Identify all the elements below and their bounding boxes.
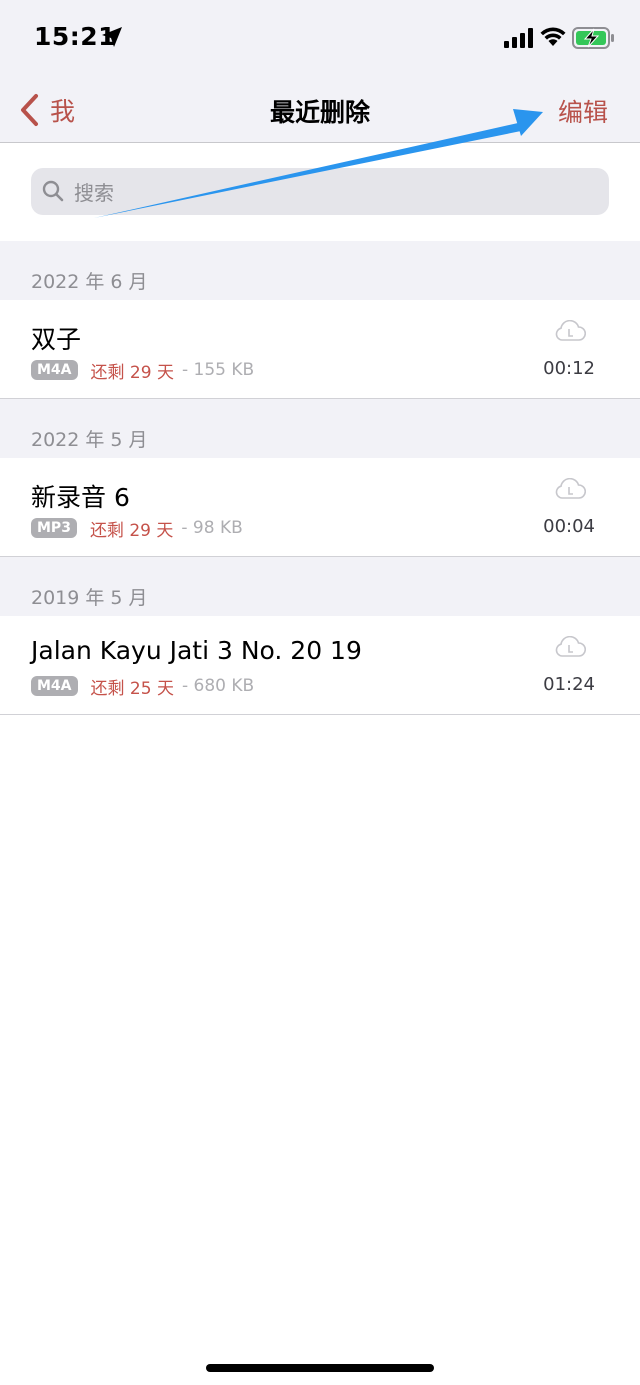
section-date: 2019 年 5 月 [31, 587, 148, 609]
format-badge: M4A [31, 676, 78, 696]
format-badge: MP3 [31, 518, 77, 538]
wifi-icon [540, 27, 566, 46]
edit-button[interactable]: 编辑 [558, 93, 608, 129]
recording-row[interactable]: 双子 M4A 还剩 29 天 - 155 KB 00:12 [0, 300, 640, 399]
days-left: 还剩 25 天 [90, 678, 174, 699]
section-header: 2022 年 5 月 [0, 399, 640, 458]
recording-meta: MP3 还剩 29 天 - 98 KB [31, 517, 243, 541]
recording-meta: M4A 还剩 29 天 - 155 KB [31, 359, 255, 383]
section-date: 2022 年 6 月 [31, 271, 148, 293]
section-date: 2022 年 5 月 [31, 429, 148, 451]
search-field[interactable] [31, 168, 609, 217]
cloud-icon [555, 478, 586, 499]
search-icon [42, 180, 64, 202]
section-header: 2019 年 5 月 [0, 557, 640, 616]
recording-duration: 00:12 [543, 358, 595, 379]
recording-title: 新录音 6 [31, 483, 130, 512]
recording-meta: M4A 还剩 25 天 - 680 KB [31, 675, 255, 699]
recording-row[interactable]: Jalan Kayu Jati 3 No. 20 19 M4A 还剩 25 天 … [0, 616, 640, 715]
navigation-bar: 我 最近删除 编辑 [0, 76, 640, 143]
recording-row[interactable]: 新录音 6 MP3 还剩 29 天 - 98 KB 00:04 [0, 458, 640, 557]
file-size: - 680 KB [181, 676, 255, 696]
recording-duration: 01:24 [543, 674, 595, 695]
days-left: 还剩 29 天 [90, 362, 174, 383]
recording-duration: 00:04 [543, 516, 595, 537]
battery-charging-icon [572, 27, 614, 49]
status-bar: 15:21 [0, 0, 640, 76]
recording-title: Jalan Kayu Jati 3 No. 20 19 [31, 636, 362, 665]
recording-title: 双子 [31, 325, 82, 354]
days-left: 还剩 29 天 [89, 520, 174, 541]
cloud-icon [555, 320, 586, 341]
section-header: 2022 年 6 月 [0, 241, 640, 300]
format-badge: M4A [31, 360, 78, 380]
search-area [0, 143, 640, 241]
home-indicator [206, 1364, 434, 1372]
location-arrow-icon [102, 27, 122, 47]
cellular-signal-icon [504, 28, 533, 48]
file-size: - 155 KB [181, 360, 255, 380]
search-input[interactable] [72, 168, 596, 217]
cloud-icon [555, 636, 586, 657]
page-title: 最近删除 [269, 98, 370, 127]
file-size: - 98 KB [181, 518, 243, 538]
